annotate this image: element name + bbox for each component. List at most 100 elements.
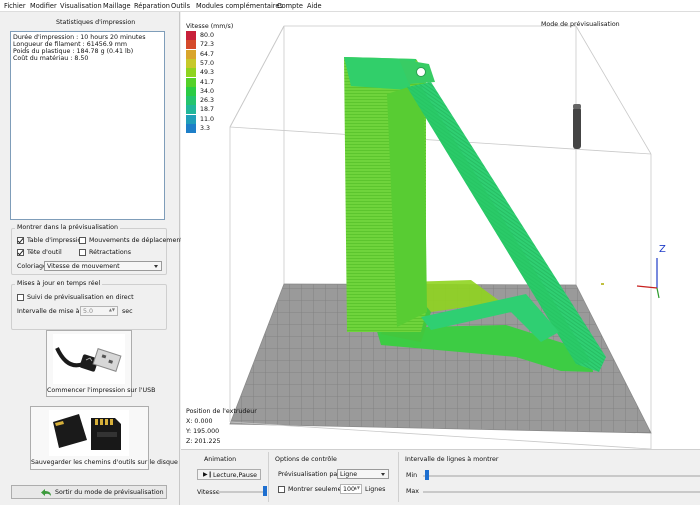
left-panel: Statistiques d'impression Durée d'impres… [0,12,183,505]
follow-checkbox[interactable] [17,294,24,301]
menu-reparation[interactable]: Réparation [134,1,170,11]
legend-value: 41.7 [200,78,215,86]
spin-icon: ▲▼ [108,307,115,312]
legend-value: 80.0 [200,32,215,39]
preview-by-label: Prévisualisation par [278,471,340,478]
exit-preview-label: Sortir du mode de prévisualisation [55,489,164,496]
menu-modules[interactable]: Modules complémentaires [196,1,283,11]
svg-text:Z: Z [659,244,666,255]
legend-value: 49.3 [200,69,215,77]
menu-maillage[interactable]: Maillage [103,1,131,11]
realtime-group: Mises à jour en temps réel Suivi de prév… [11,280,167,330]
play-pause-button[interactable]: ▶❙ Lecture,Pause [197,469,261,480]
legend-value: 18.7 [200,106,215,114]
table-label: Table d'impression [27,237,86,244]
menu-bar: Fichier Modifier Visualisation Maillage … [0,0,700,12]
exit-preview-button[interactable]: Sortir du mode de prévisualisation [11,485,167,499]
save-toolpath-button[interactable]: Sauvegarder les chemins d'outils sur le … [30,406,178,470]
show-only-input[interactable]: 100 ▲▼ [340,484,362,494]
stat-cost: Coût du matériau : 8.50 [13,55,89,62]
legend-value: 57.0 [200,59,215,67]
moves-checkbox[interactable] [79,237,86,244]
show-only-label: Montrer seulement [288,486,348,493]
save-toolpath-label: Sauvegarder les chemins d'outils sur le … [31,459,178,466]
range-title: Intervalle de lignes à montrer [405,456,499,463]
legend-swatch [186,114,196,124]
legend-value: 3.3 [200,125,211,132]
legend-title: Vitesse (mm/s) [186,23,234,30]
stat-filament: Longueur de filament : 61456.9 mm [13,41,128,48]
legend-swatch [186,124,196,133]
color-select[interactable]: Vitesse de mouvement [44,261,162,271]
menu-fichier[interactable]: Fichier [4,1,26,11]
extruder-y: Y: 195.000 [186,428,220,435]
legend-value: 34.0 [200,87,215,95]
preview-by-select[interactable]: Ligne [337,469,389,479]
usb-cable-icon [53,334,125,384]
speed-slider-handle[interactable] [263,486,267,496]
legend-value: 72.3 [200,41,215,49]
legend-value: 11.0 [200,115,215,123]
table-checkbox[interactable] [17,237,24,244]
range-group: Intervalle de lignes à montrer Min Max [401,452,700,502]
extruder-title: Position de l'extrudeur [186,408,257,415]
legend-swatch [186,68,196,78]
menu-compte[interactable]: Compte [277,1,303,11]
stats-title: Statistiques d'impression [56,19,136,26]
tool-label: Tête d'outil [27,249,62,256]
color-label: Coloriage [17,263,47,270]
menu-modifier[interactable]: Modifier [30,1,57,11]
realtime-group-title: Mises à jour en temps réel [15,280,103,287]
extruder-z: Z: 201.225 [186,438,221,445]
retract-label: Rétractations [89,249,132,256]
chevron-down-icon [381,473,385,476]
min-slider[interactable] [423,475,700,477]
extruder-x: X: 0.000 [186,418,213,425]
legend-swatch [186,77,196,87]
tool-checkbox[interactable] [17,249,24,256]
stat-duration: Durée d'impression : 10 hours 20 minutes [13,34,146,41]
speed-label: Vitesse [197,489,220,496]
color-select-value: Vitesse de mouvement [47,263,120,270]
axis-indicator-icon: Z [636,244,666,299]
min-slider-handle[interactable] [425,470,429,480]
preview-mode-title: Mode de prévisualisation [541,21,620,28]
bottom-controls: Animation ▶❙ Lecture,Pause Vitesse Optio… [181,449,700,505]
preview-viewport[interactable]: Z Mode de prévisualisation Vitesse (mm/s… [181,12,700,449]
speed-slider[interactable] [218,491,264,493]
chevron-down-icon [154,265,158,268]
legend-swatch [186,40,196,50]
options-title: Options de contrôle [275,456,337,463]
legend-swatch [186,49,196,59]
preview-by-value: Ligne [340,471,358,478]
play-icon: ▶❙ [203,471,213,478]
moves-label: Mouvements de déplacement [89,237,183,244]
animation-group: Animation ▶❙ Lecture,Pause Vitesse [191,452,269,502]
usb-print-label: Commencer l'impression sur l'USB [47,387,156,394]
play-pause-label: Lecture,Pause [213,471,258,479]
legend-swatch [186,105,196,115]
menu-outils[interactable]: Outils [171,1,190,11]
spin-icon: ▲▼ [353,485,360,490]
tool-head [573,107,581,149]
stat-weight: Poids du plastique : 184.78 g (0.41 lb) [13,48,134,55]
show-group: Montrer dans la prévisualisation Table d… [11,224,183,275]
menu-visualisation[interactable]: Visualisation [60,1,102,11]
interval-value: 5.0 [83,308,94,315]
legend-value: 64.7 [200,50,215,58]
interval-input[interactable]: 5.0 ▲▼ [80,306,118,316]
show-only-checkbox[interactable] [278,486,285,493]
show-group-title: Montrer dans la prévisualisation [15,224,121,231]
retract-checkbox[interactable] [79,249,86,256]
stats-box: Durée d'impression : 10 hours 20 minutes… [10,31,165,220]
legend-swatch [186,86,196,96]
legend-swatch [186,96,196,106]
legend-value: 26.3 [200,97,215,105]
preview-3d-scene[interactable]: Z [181,12,700,449]
lines-unit: Lignes [365,486,386,493]
menu-aide[interactable]: Aide [307,1,322,11]
max-slider[interactable] [423,491,700,493]
back-arrow-icon [41,489,51,496]
follow-label: Suivi de prévisualisation en direct [27,294,134,301]
usb-print-button[interactable]: Commencer l'impression sur l'USB [46,330,156,397]
